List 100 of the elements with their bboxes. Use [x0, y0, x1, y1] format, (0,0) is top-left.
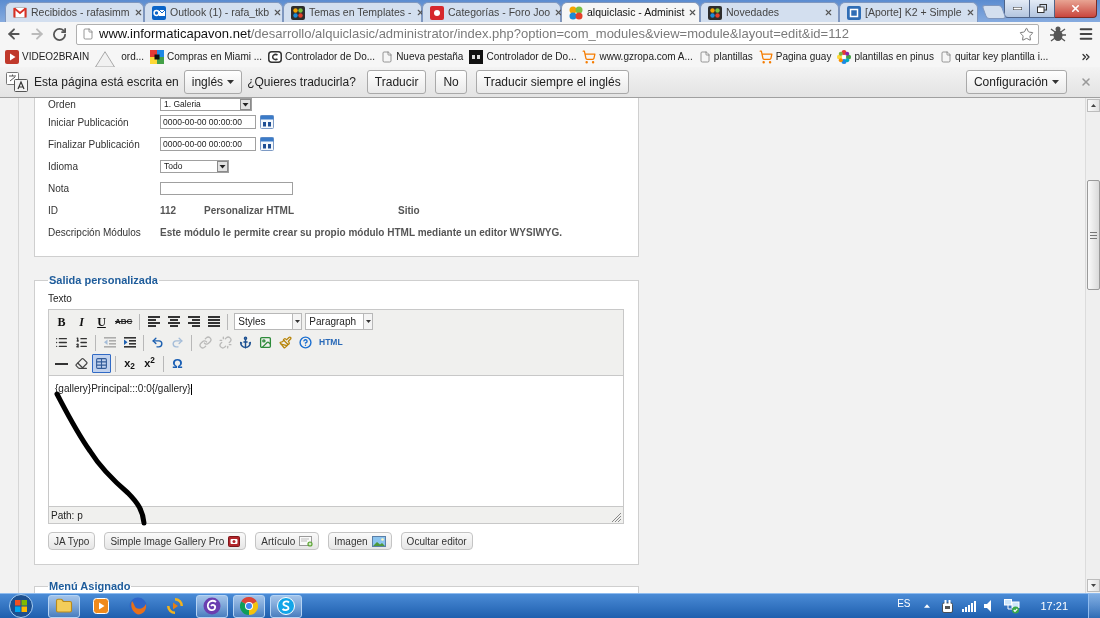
editor-button[interactable]: Artículo: [255, 532, 320, 550]
minimize-button[interactable]: [1004, 0, 1030, 18]
eraser-icon: [75, 357, 88, 370]
bullet-list-icon: [55, 336, 68, 349]
subscript-button[interactable]: x$_{2}$: [120, 354, 139, 373]
help-icon: [299, 336, 312, 349]
superscript-button[interactable]: x$^{2}$: [140, 354, 159, 373]
translate-button[interactable]: Traducir: [366, 70, 427, 94]
select-field[interactable]: Todo: [160, 159, 229, 173]
bookmark[interactable]: www.gzropa.com A...: [582, 48, 693, 65]
browser-tab[interactable]: Categorías - Foro Joo: [422, 2, 561, 22]
caret-down-icon: [365, 320, 371, 323]
bookmark[interactable]: Controlador de Do...: [268, 48, 376, 65]
flower-icon: [837, 49, 852, 64]
bookmark[interactable]: plantillas en pinus: [837, 48, 934, 65]
align-justify-icon: [207, 316, 220, 327]
translate-button[interactable]: Traducir siempre el inglés: [475, 70, 629, 94]
back-icon[interactable]: [6, 26, 22, 42]
info-value: 112: [160, 203, 178, 218]
close-icon: [1070, 3, 1081, 14]
petals-icon: [569, 5, 583, 20]
browser-tab[interactable]: alquiclasic - Administ: [561, 2, 700, 22]
editor-button[interactable]: Ocultar editor: [400, 532, 473, 550]
bookmark[interactable]: Controlador de Do...: [469, 48, 577, 65]
grip-icon: [1089, 231, 1097, 239]
scroll-down-button[interactable]: [1086, 579, 1100, 592]
restore-button[interactable]: [1030, 0, 1055, 18]
html-button[interactable]: HTML: [316, 333, 346, 352]
link-icon: [199, 336, 212, 349]
calendar-icon[interactable]: [260, 115, 274, 129]
browser-tab[interactable]: Recibidos - rafasimm: [5, 2, 144, 22]
close-icon[interactable]: [688, 8, 698, 17]
format-dropdown[interactable]: Styles: [234, 313, 303, 330]
select-field[interactable]: 1. Galeria: [160, 98, 252, 111]
bookmark[interactable]: Compras en Miami ...: [150, 48, 263, 65]
language-indicator[interactable]: ES: [897, 595, 911, 611]
bookmark[interactable]: Nueva pestaña: [381, 48, 464, 65]
table-button[interactable]: [92, 354, 111, 373]
browser-tab[interactable]: [Aporte] K2 + Simple: [839, 2, 978, 22]
taskbar-button[interactable]: [233, 594, 265, 618]
close-icon[interactable]: [965, 8, 975, 17]
numbered-list-icon: [75, 336, 88, 349]
square-logo-icon: [469, 49, 484, 64]
info-value: Sitio: [398, 203, 420, 218]
calendar-icon[interactable]: [260, 137, 274, 151]
globe-icon: [129, 597, 147, 615]
settings-dropdown[interactable]: Configuración: [965, 70, 1067, 94]
format-dropdown[interactable]: Paragraph: [305, 313, 374, 330]
bookmark[interactable]: Pagina guay: [758, 48, 832, 65]
resize-grip-icon[interactable]: [612, 513, 621, 522]
italic-button[interactable]: I: [72, 312, 91, 331]
bold-button[interactable]: B: [52, 312, 71, 331]
bookmark[interactable]: VIDEO2BRAIN: [5, 48, 90, 65]
bug-icon[interactable]: [1049, 26, 1067, 42]
show-desktop-button[interactable]: [1088, 594, 1100, 618]
translate-message: Esta página está escrita en: [34, 74, 179, 91]
bookmark[interactable]: plantillas: [698, 48, 753, 65]
date-field[interactable]: 0000-00-00 00:00:00: [160, 137, 256, 151]
underline-button[interactable]: U: [92, 312, 111, 331]
table-icon: [95, 357, 108, 370]
menu-icon[interactable]: [1078, 26, 1094, 42]
close-icon[interactable]: [133, 8, 143, 17]
close-icon[interactable]: [273, 8, 283, 17]
info-value: Personalizar HTML: [204, 203, 296, 218]
date-field[interactable]: 0000-00-00 00:00:00: [160, 115, 256, 129]
taskbar-button[interactable]: [196, 594, 228, 618]
browser-tab[interactable]: Outlook (1) - rafa_tkb: [144, 2, 283, 22]
picture-icon: [259, 336, 272, 349]
language-dropdown[interactable]: inglés: [183, 70, 243, 94]
editor-button[interactable]: Imagen: [328, 532, 392, 550]
scrollbar-thumb[interactable]: [1086, 180, 1100, 290]
envelope-tile-icon: [152, 5, 166, 20]
star-icon[interactable]: [1019, 26, 1034, 42]
special-char-button[interactable]: Ω: [168, 354, 187, 373]
cleanup-button[interactable]: [276, 333, 295, 352]
browser-tab[interactable]: Novedades: [700, 2, 839, 22]
bookmark[interactable]: quitar key plantilla i...: [939, 48, 1049, 65]
taskbar-button[interactable]: [270, 594, 302, 618]
strikethrough-button[interactable]: ABC: [112, 312, 136, 331]
address-field[interactable]: www.informaticapavon.net/desarrollo/alquiclasic/administrator/index.php?option=com_modules&view=module&layout=edit&id=112: [76, 23, 1039, 45]
browser-tab[interactable]: Temas en Templates -: [283, 2, 422, 22]
reload-icon[interactable]: [52, 26, 67, 42]
editor-button[interactable]: JA Typo: [48, 532, 96, 550]
bookmark[interactable]: ord...: [121, 48, 145, 65]
close-icon[interactable]: [824, 8, 833, 17]
signal-bars-icon[interactable]: [962, 600, 977, 612]
speaker-icon[interactable]: [984, 600, 992, 612]
editor-button[interactable]: Simple Image Gallery Pro: [104, 532, 247, 550]
translate-button[interactable]: No: [435, 70, 467, 94]
note-field[interactable]: [160, 181, 293, 195]
new-tab-button[interactable]: [981, 5, 1007, 19]
caret-up-icon[interactable]: [924, 604, 931, 608]
clock[interactable]: 17:21: [1040, 597, 1068, 615]
network-icon[interactable]: [1004, 598, 1021, 614]
anchor-icon: [239, 336, 252, 349]
power-plug-icon[interactable]: [942, 599, 954, 613]
camera-tile-icon: [228, 535, 241, 547]
help-button[interactable]: [296, 333, 315, 352]
close-button[interactable]: [1055, 0, 1097, 18]
scroll-up-button[interactable]: [1086, 99, 1100, 112]
